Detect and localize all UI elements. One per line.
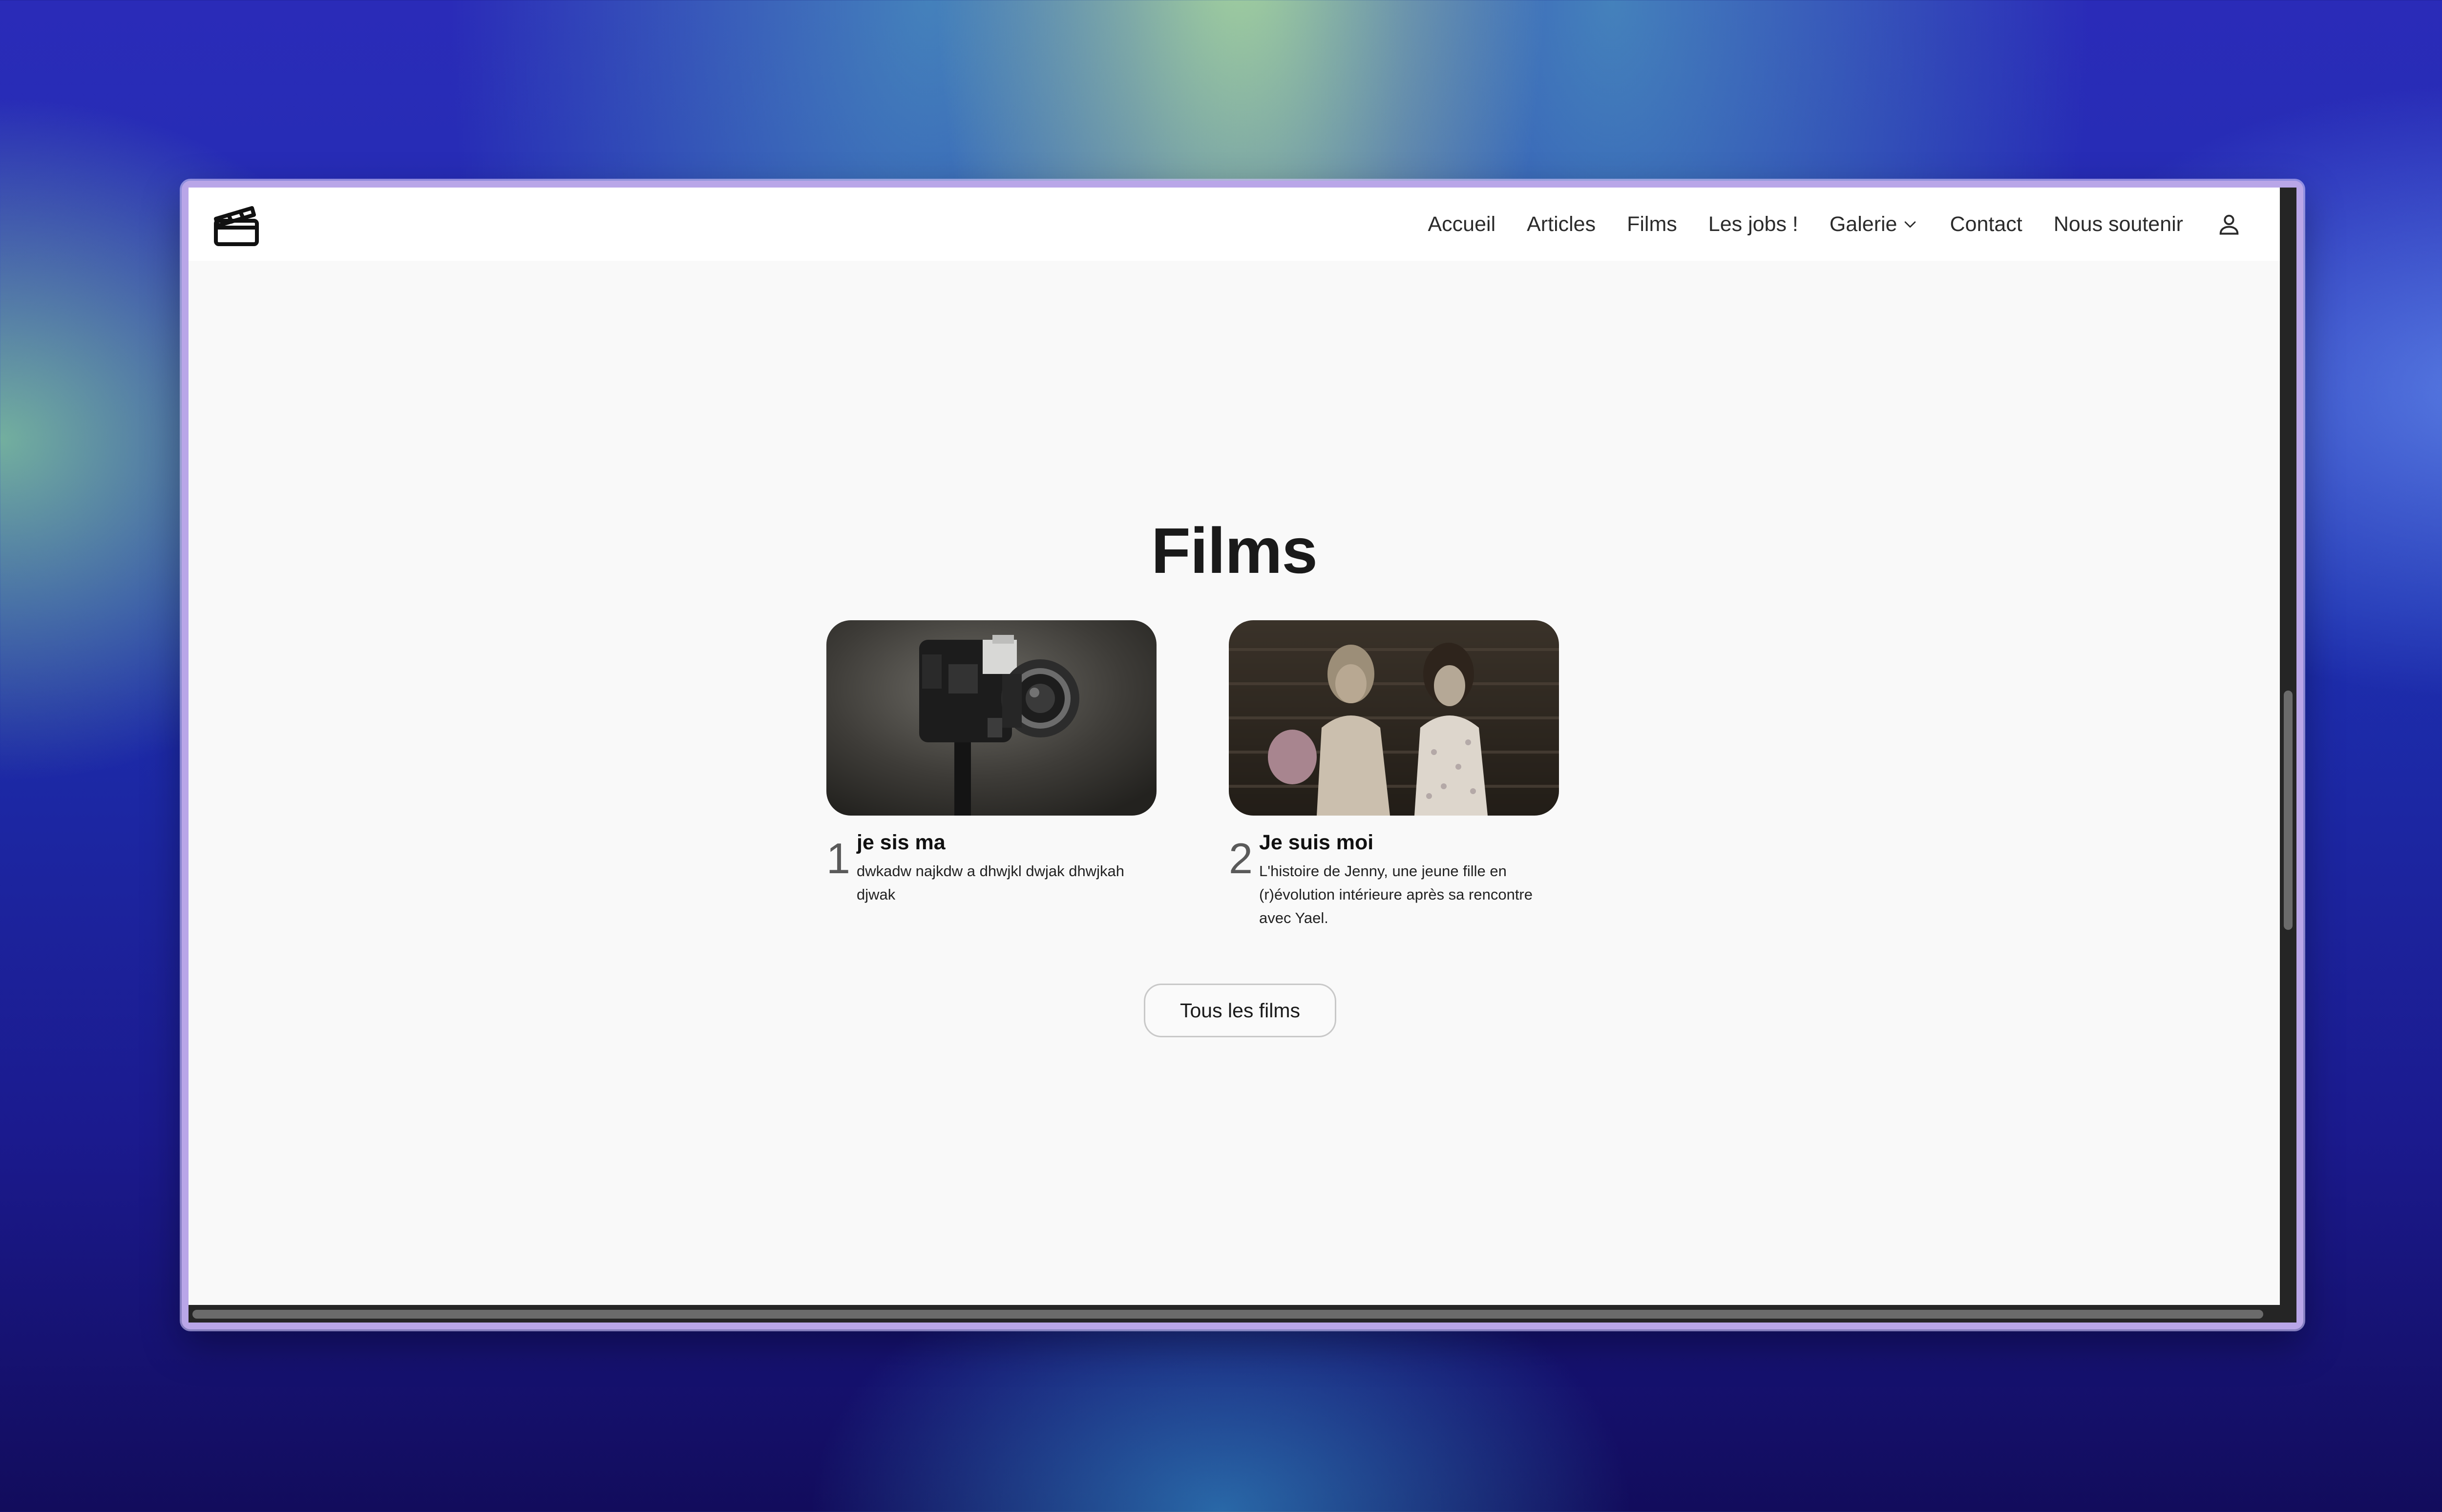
nav-item-articles[interactable]: Articles [1527,212,1596,236]
main-nav: Accueil Articles Films Les jobs ! Galeri… [1397,188,2242,261]
horizontal-scrollbar[interactable] [189,1305,2296,1323]
browser-window: Accueil Articles Films Les jobs ! Galeri… [182,181,2303,1329]
all-films-button[interactable]: Tous les films [1144,984,1336,1037]
nav-item-contact[interactable]: Contact [1950,212,2022,236]
horizontal-scrollbar-thumb[interactable] [192,1310,2263,1319]
film-thumbnail-girls[interactable] [1229,620,1559,816]
chevron-down-icon [1905,221,1916,228]
film-thumbnail-camera[interactable] [826,620,1157,816]
nav-item-galerie[interactable]: Galerie [1830,212,1919,236]
film-description: L'histoire de Jenny, une jeune fille en … [1259,862,1533,926]
vertical-scrollbar-thumb[interactable] [2284,691,2293,930]
film-text: Je suis moi L'histoire de Jenny, une jeu… [1259,830,1559,930]
user-icon[interactable] [2216,211,2242,237]
film-title[interactable]: je sis ma [857,830,1157,856]
nav-item-accueil[interactable]: Accueil [1428,212,1496,236]
page-viewport: Accueil Articles Films Les jobs ! Galeri… [189,188,2280,1305]
clapperboard-icon[interactable] [212,199,261,248]
nav-item-galerie-label: Galerie [1829,212,1897,236]
nav-item-nous-soutenir[interactable]: Nous soutenir [2054,212,2183,236]
film-card-info: 2 Je suis moi L'histoire de Jenny, une j… [1229,830,1559,930]
film-card[interactable]: 1 je sis ma dwkadw najkdw a dhwjkl dwjak… [826,620,1157,906]
navbar: Accueil Articles Films Les jobs ! Galeri… [189,188,2280,261]
film-description: dwkadw najkdw a dhwjkl dwjak dhwjkah djw… [857,862,1124,903]
film-number: 2 [1229,834,1253,882]
nav-item-films[interactable]: Films [1627,212,1677,236]
film-card-info: 1 je sis ma dwkadw najkdw a dhwjkl dwjak… [826,830,1157,906]
page-title: Films [1151,515,1318,587]
nav-item-les-jobs[interactable]: Les jobs ! [1708,212,1798,236]
film-card[interactable]: 2 Je suis moi L'histoire de Jenny, une j… [1229,620,1559,930]
film-number: 1 [826,834,850,882]
vertical-scrollbar[interactable] [2280,188,2296,1305]
film-text: je sis ma dwkadw najkdw a dhwjkl dwjak d… [857,830,1157,906]
film-title[interactable]: Je suis moi [1259,830,1559,856]
